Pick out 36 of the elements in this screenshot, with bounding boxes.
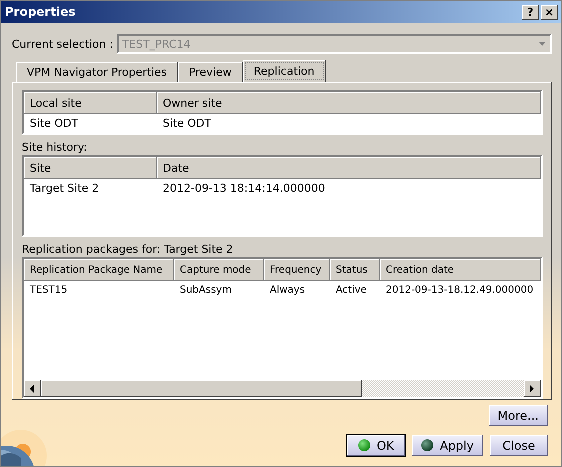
table-cell-text: 2012-09-13 18:14:14.000000 <box>162 182 326 196</box>
column-header[interactable]: Creation date <box>380 259 541 282</box>
dialog-button[interactable]: OK <box>347 435 406 456</box>
column-header[interactable]: Local site <box>24 92 157 114</box>
table-cell-text: Target Site 2 <box>29 182 100 196</box>
orb-icon <box>358 439 371 452</box>
table-cell-text: Site ODT <box>162 117 212 130</box>
window-title: Properties <box>5 5 77 19</box>
table-cell-text: Always <box>269 285 306 296</box>
tab[interactable]: Replication <box>242 60 326 82</box>
tab[interactable]: VPM Navigator Properties <box>16 62 178 82</box>
column-header[interactable]: Status <box>330 259 380 282</box>
table-cell-text: TEST15 <box>29 285 69 296</box>
section-label: Replication packages for: Target Site 2 <box>22 243 234 256</box>
table-cell-text: Site ODT <box>29 117 80 130</box>
dialog-button[interactable]: Apply <box>412 435 483 456</box>
left-arrow-icon <box>30 384 35 393</box>
table-cell-text: Active <box>335 285 368 296</box>
column-header[interactable]: Replication Package Name <box>24 259 174 282</box>
column-header[interactable]: Site <box>24 157 157 180</box>
close-button[interactable]: × <box>541 4 558 20</box>
horizontal-scrollbar[interactable] <box>24 380 541 398</box>
tab[interactable]: Preview <box>178 62 243 82</box>
table-cell-text: 2012-09-13-18.12.49.000000 <box>385 285 535 296</box>
section-label: Site history: <box>22 141 88 154</box>
column-header[interactable]: Owner site <box>157 92 541 114</box>
help-button[interactable]: ? <box>522 4 539 20</box>
dialog-button[interactable]: Close <box>490 435 548 456</box>
column-header[interactable]: Capture mode <box>174 259 264 282</box>
column-header[interactable]: Frequency <box>264 259 330 282</box>
column-header[interactable]: Date <box>157 157 541 180</box>
orb-icon <box>421 439 434 452</box>
more-button[interactable]: More... <box>488 405 548 426</box>
selection-label: Current selection : <box>12 38 114 50</box>
right-arrow-icon <box>530 384 535 393</box>
table-cell-text: SubAssym <box>179 285 233 296</box>
